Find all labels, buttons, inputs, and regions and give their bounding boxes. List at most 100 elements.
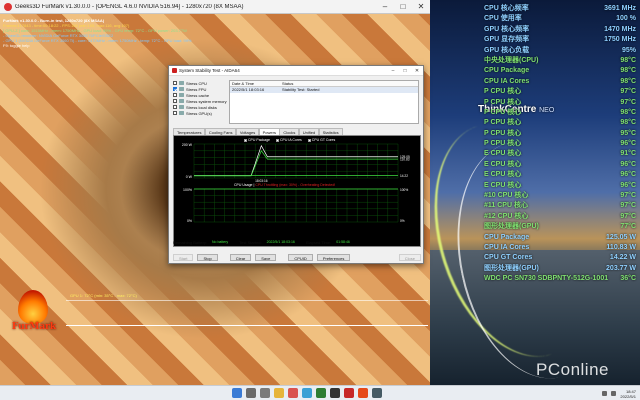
furmark-titlebar[interactable]: Geeks3D FurMark v1.30.0.0 - [OPENGL 4.6.… <box>0 0 430 14</box>
system-tray: 18:47 2022/5/1 <box>602 386 636 400</box>
tab-cooling-fans[interactable]: Cooling Fans <box>204 128 237 135</box>
osd-label: WDC PC SN730 SDBPNTY-512G-1001 <box>484 275 609 283</box>
osd-row: GPU 显存频率 1750 MHz <box>484 35 636 45</box>
cpuid-button[interactable]: CPUID <box>288 253 313 261</box>
osd-value: 98°C <box>620 119 636 127</box>
event-log-table[interactable]: Date & Time Status 2022/5/1 18:03:16 Sta… <box>229 80 419 124</box>
stress-disks-checkbox[interactable] <box>173 105 177 109</box>
taskbar-app-icon[interactable] <box>232 388 242 398</box>
osd-label: CPU 核心频率 <box>484 5 529 12</box>
osd-value: 1750 MHz <box>604 36 636 44</box>
gpu-icon <box>179 111 184 115</box>
osd-row: CPU IA Cores 110.83 W <box>484 243 636 253</box>
osd-row: CPU 核心频率 3691 MHz <box>484 4 636 14</box>
osd-row: WDC PC SN730 SDBPNTY-512G-1001 36°C <box>484 274 636 284</box>
column-header-status[interactable]: Status <box>280 81 418 86</box>
osd-row: #12 CPU 核心 97°C <box>484 212 636 222</box>
sst-button-row: Start Stop Clear Save CPUID Preferences … <box>173 253 421 261</box>
system-stability-test-window[interactable]: System Stability Test - AIDA64 – □ ✕ Str… <box>168 65 424 264</box>
sensor-tabs: Temperatures Cooling Fans Voltages Power… <box>173 128 343 135</box>
osd-label: P CPU 核心 <box>484 108 522 116</box>
taskbar-app-icon[interactable] <box>274 388 284 398</box>
tab-temperatures[interactable]: Temperatures <box>173 128 206 135</box>
stress-gpu-option[interactable]: Stress GPU(s) <box>173 110 227 116</box>
maximize-icon[interactable]: □ <box>394 0 412 14</box>
tab-clocks[interactable]: Clocks <box>279 128 300 135</box>
table-row[interactable]: 2022/5/1 18:03:16 Stability Test: Starte… <box>230 87 418 93</box>
tab-unified[interactable]: Unified <box>298 128 320 135</box>
stress-cache-label: Stress cache <box>186 92 210 98</box>
taskbar-app-icon[interactable] <box>302 388 312 398</box>
right-value-label: 0% <box>400 219 405 223</box>
network-icon[interactable] <box>602 391 608 396</box>
elapsed-time-label: Elapsed Time: <box>305 239 332 245</box>
disk-icon <box>179 105 184 109</box>
volume-icon[interactable] <box>611 391 617 396</box>
y-tick-label: 200 W <box>182 143 193 147</box>
osd-value: 36°C <box>620 275 636 283</box>
legend-label: CPU GT Cores <box>311 138 336 142</box>
minimize-icon[interactable]: – <box>376 0 394 14</box>
taskbar-app-icon[interactable] <box>260 388 270 398</box>
cache-icon <box>179 93 184 97</box>
pconline-watermark: PConline <box>536 360 609 379</box>
stress-fpu-checkbox[interactable] <box>173 87 177 91</box>
stop-button[interactable]: Stop <box>197 253 218 261</box>
osd-label: P CPU 核心 <box>484 88 522 96</box>
column-header-date[interactable]: Date & Time <box>230 81 280 86</box>
osd-value: 110.83 W <box>606 243 636 251</box>
stress-memory-checkbox[interactable] <box>173 99 177 103</box>
sensor-charts-svg: 200 W0 W125.05110.8314.2218:03:16100%0%1… <box>182 143 410 223</box>
maximize-icon[interactable]: □ <box>399 68 411 74</box>
legend-checkbox[interactable] <box>244 138 247 142</box>
osd-row: E CPU 核心 96°C <box>484 181 636 191</box>
sst-titlebar[interactable]: System Stability Test - AIDA64 – □ ✕ <box>169 66 423 76</box>
osd-label: CPU Package <box>484 67 530 75</box>
osd-row: P CPU 核心 97°C <box>484 87 636 97</box>
tab-voltages[interactable]: Voltages <box>235 128 260 135</box>
tab-powers[interactable]: Powers <box>258 128 280 135</box>
taskbar-app-icon[interactable] <box>358 388 368 398</box>
legend-cpu-package[interactable]: CPU Package <box>244 138 270 142</box>
right-value-label: 100% <box>400 188 408 192</box>
close-icon[interactable]: ✕ <box>411 68 423 74</box>
close-icon[interactable]: ✕ <box>412 0 430 14</box>
osd-label: E CPU 核心 <box>484 150 522 158</box>
osd-label: E CPU 核心 <box>484 160 522 168</box>
taskbar-app-icon[interactable] <box>288 388 298 398</box>
cpu-usage-label: CPU Usage <box>234 183 253 187</box>
cpu-throttling-label: CPU Throttling (max: 30%) - Overheating … <box>255 183 336 187</box>
furmark-logo: FurMark <box>4 290 64 340</box>
tab-statistics[interactable]: Statistics <box>318 128 343 135</box>
close-button[interactable]: Close <box>398 253 421 261</box>
taskbar-app-icon[interactable] <box>372 388 382 398</box>
osd-value: 97°C <box>620 98 636 106</box>
status-row: Remaining Battery: No battery Test Start… <box>173 238 421 246</box>
y-tick-label: 0 W <box>186 175 193 179</box>
taskbar-clock[interactable]: 18:47 2022/5/1 <box>620 389 636 399</box>
taskbar-app-icon[interactable] <box>246 388 256 398</box>
legend-checkbox[interactable] <box>275 138 279 142</box>
stress-cache-checkbox[interactable] <box>173 93 177 97</box>
start-button[interactable]: Start <box>173 253 194 261</box>
osd-row: CPU Package 98°C <box>484 66 636 76</box>
stress-cpu-checkbox[interactable] <box>173 81 177 85</box>
stress-gpu-checkbox[interactable] <box>173 111 177 115</box>
legend-cpu-ia-cores[interactable]: CPU IA Cores <box>275 138 302 142</box>
osd-row: CPU Package 125.05 W <box>484 233 636 243</box>
sensor-chart-area: 200 W0 W 125.05 110.83 14.22 18:03:16 100% 0% 1… <box>173 135 421 247</box>
osd-label: CPU Package <box>484 233 530 241</box>
legend-checkbox[interactable] <box>307 138 311 142</box>
osd-row: #11 CPU 核心 97°C <box>484 201 636 211</box>
clear-button[interactable]: Clear <box>229 253 252 261</box>
osd-value: 95% <box>621 46 636 54</box>
preferences-button[interactable]: Preferences <box>316 253 351 261</box>
taskbar-app-icon[interactable] <box>316 388 326 398</box>
taskbar-app-icon[interactable] <box>344 388 354 398</box>
save-button[interactable]: Save <box>255 253 277 261</box>
minimize-icon[interactable]: – <box>387 68 399 74</box>
taskbar-app-icon[interactable] <box>330 388 340 398</box>
osd-value: 97°C <box>620 192 636 200</box>
osd-row: CPU IA Cores 98°C <box>484 77 636 87</box>
legend-cpu-gt-cores[interactable]: CPU GT Cores <box>307 138 336 142</box>
